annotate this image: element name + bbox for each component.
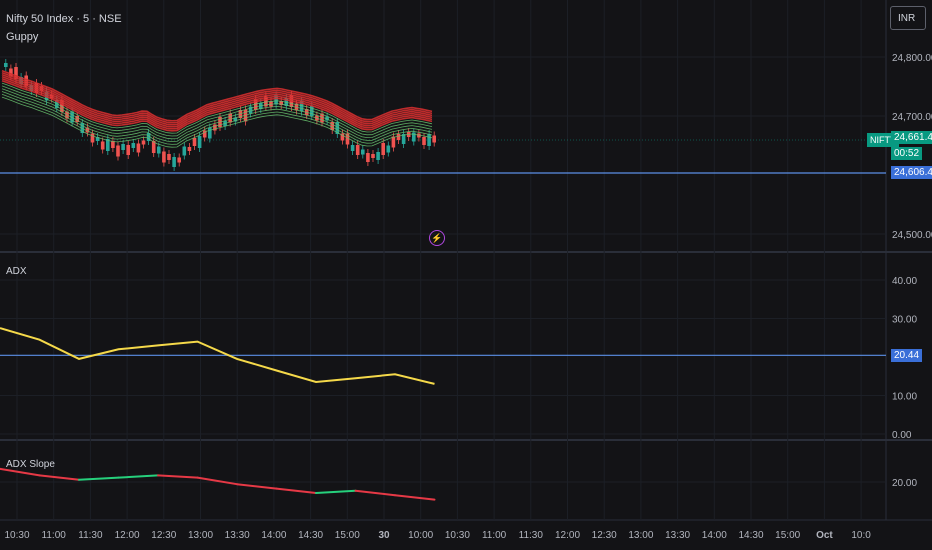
candle-body [192,138,197,146]
candle-body [391,136,396,148]
time-tick-label: 12:30 [151,530,176,541]
candle-body [350,145,355,151]
adx-tick-label: 10.00 [892,392,917,403]
candle-body [111,141,115,148]
candle-body [355,145,360,155]
candle-body [177,157,181,163]
time-tick-label: 10:00 [408,530,433,541]
adx-slope-title[interactable]: ADX Slope [6,459,55,470]
candle-body [182,146,187,156]
candle-body [422,137,426,145]
adx-tick-label: 0.00 [892,430,912,441]
time-tick-label: 13:30 [225,530,250,541]
candle-body [157,146,161,154]
candle-body [197,136,202,148]
candle-body [162,151,166,163]
candle-body [366,153,370,162]
time-tick-label: 13:00 [188,530,213,541]
countdown-badge: 00:52 [891,147,923,160]
currency-button[interactable]: INR [890,6,926,30]
candle-body [136,143,141,153]
slope-tick-label: 20.00 [892,478,917,489]
time-tick-label: 11:00 [42,530,67,541]
adx-tick-label: 30.00 [892,315,917,326]
candle-body [131,143,136,148]
symbol-title[interactable]: Nifty 50 Index · 5 · NSE [6,13,122,25]
time-tick-label: 13:30 [665,530,690,541]
time-tick-label: 12:00 [115,530,140,541]
hline-price-badge: 24,606.45 [891,166,932,179]
time-tick-label: 12:30 [592,530,617,541]
candle-body [381,143,385,155]
candle-body [427,134,431,146]
candle-body [376,152,380,160]
adx-tick-label: 40.00 [892,276,917,287]
price-tick-label: 24,500.00 [892,230,932,241]
time-tick-label: 13:00 [628,530,653,541]
time-tick-label: 10:30 [445,530,470,541]
price-tick-label: 24,800.00 [892,53,932,64]
candle-body [187,147,192,151]
candle-body [90,133,95,143]
time-tick-label: 15:00 [775,530,800,541]
time-tick-label: 12:00 [555,530,580,541]
background [0,0,932,550]
time-tick-label: 14:00 [702,530,727,541]
time-tick-label: 30 [378,530,390,541]
candle-body [228,113,232,123]
adx-title[interactable]: ADX [6,266,27,277]
adx-value-badge: 20.44 [891,349,923,362]
candle-body [4,63,8,67]
time-tick-label: 10:30 [4,530,29,541]
last-price-badge: 24,661.40 [891,131,932,144]
replay-lightning-icon[interactable]: ⚡ [429,230,445,246]
candle-body [100,141,105,150]
candle-body [396,134,401,140]
time-tick-label: 14:00 [261,530,286,541]
chart-canvas[interactable]: 10:30 11:00 11:30 12:00 12:30 13:00 13:30 14:00… [0,0,932,550]
candle-body [121,144,125,150]
time-tick-label: 11:00 [482,530,507,541]
candle-body [208,127,212,139]
candle-body [361,149,365,155]
price-tick-label: 24,700.00 [892,112,932,123]
candle-body [167,154,171,160]
time-tick-label: 11:30 [78,530,103,541]
candle-body [126,145,130,155]
candle-body [432,135,436,143]
time-tick-label: 15:00 [335,530,360,541]
candle-body [141,140,146,145]
time-tick-label: 14:30 [738,530,763,541]
time-tick-label: 10:0 [851,530,871,541]
indicator-label-guppy[interactable]: Guppy [6,31,38,43]
time-tick-label: 11:30 [519,530,544,541]
candle-body [386,145,391,153]
candle-body [172,157,176,167]
candle-body [371,154,375,158]
time-tick-label: Oct [816,530,833,541]
time-tick-label: 14:30 [298,530,323,541]
candle-body [116,145,120,157]
